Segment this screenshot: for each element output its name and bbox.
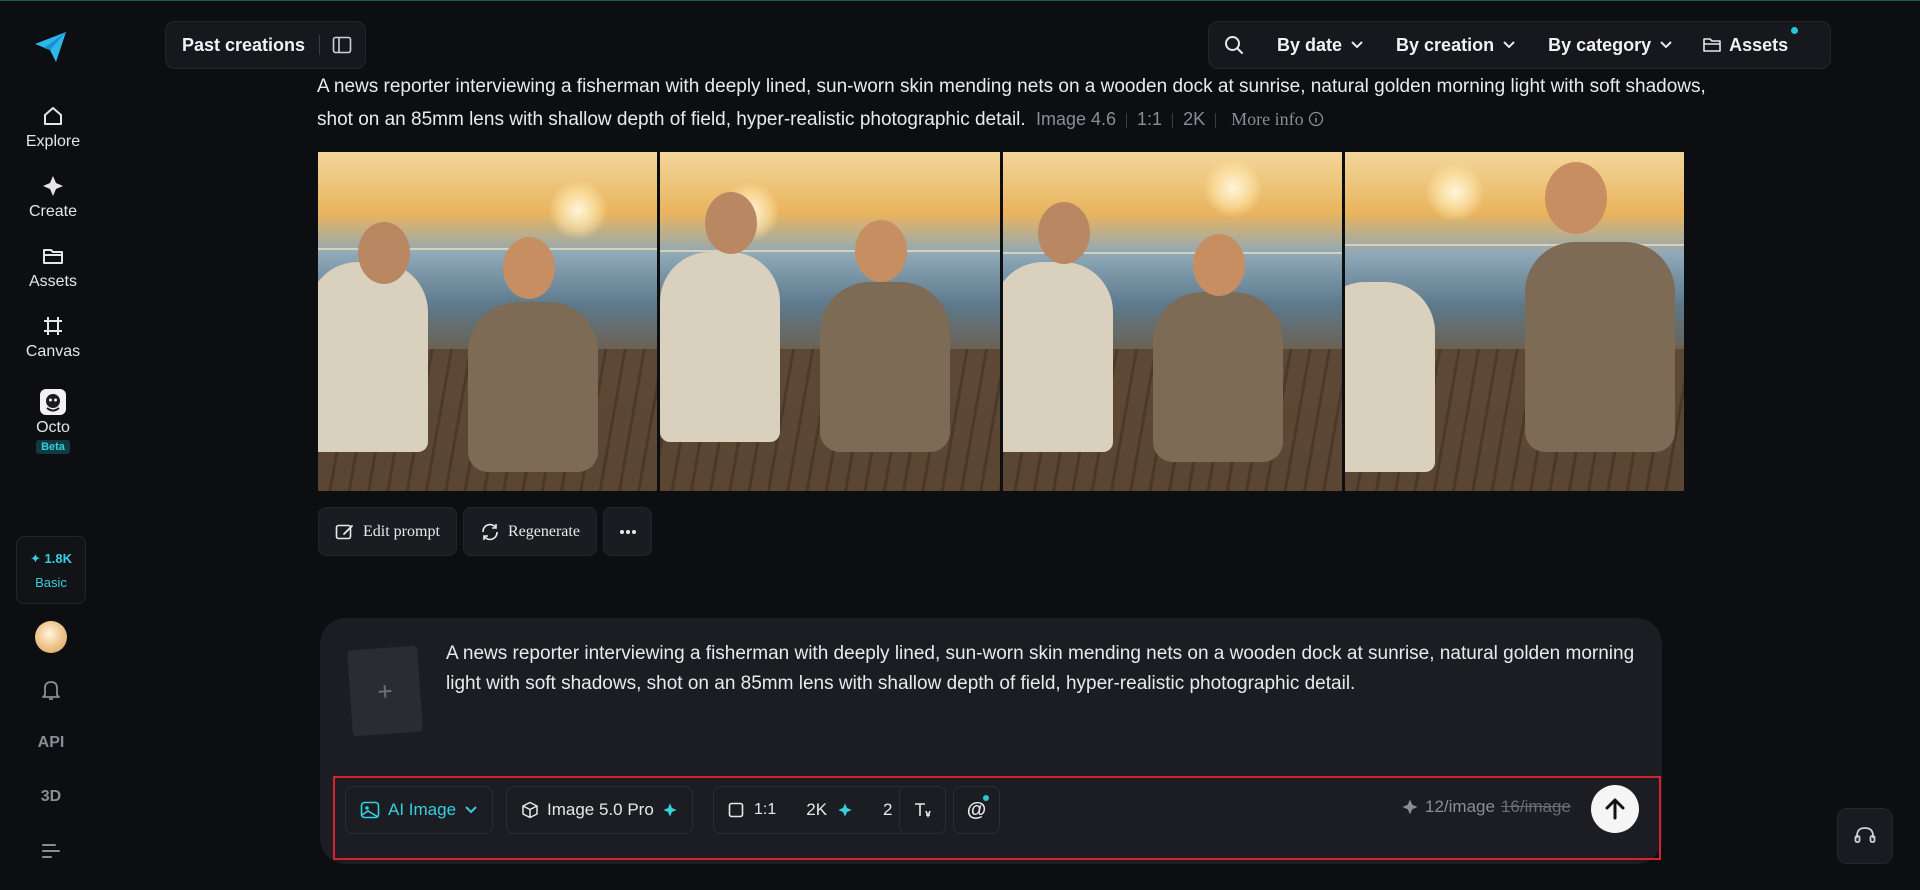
past-creations-button[interactable]: Past creations: [165, 21, 366, 69]
creation-prompt: A news reporter interviewing a fisherman…: [317, 71, 1717, 136]
filter-by-category[interactable]: By category: [1548, 35, 1673, 56]
sparkle-icon: [838, 803, 852, 817]
folder-icon: [39, 242, 67, 270]
image-icon: [360, 801, 380, 819]
image-count-label: 2: [883, 800, 893, 819]
text-format-icon: [914, 803, 931, 819]
menu-icon[interactable]: [0, 842, 102, 865]
prompt-text: A news reporter interviewing a fisherman…: [317, 76, 1706, 130]
sparkle-icon: [663, 803, 677, 817]
sidebar: Explore Create Assets Canvas Octo Beta ✦…: [0, 0, 106, 890]
credits-amount: ✦ 1.8K: [30, 550, 72, 566]
folder-icon: [1703, 38, 1721, 52]
headset-icon: [1854, 827, 1876, 843]
chevron-down-icon: [1351, 41, 1363, 49]
old-cost-label: 16/image: [1500, 797, 1571, 816]
divider: [319, 35, 321, 55]
assets-button[interactable]: Assets: [1703, 26, 1804, 56]
model-select[interactable]: Image 5.0 Pro: [506, 786, 693, 834]
cost-label: 12/image: [1425, 797, 1495, 816]
sidebar-item-label: Octo: [36, 419, 70, 436]
cube-icon: [522, 801, 538, 819]
sidebar-item-create[interactable]: Create: [0, 172, 106, 221]
generated-image-1[interactable]: [318, 152, 658, 491]
more-info-link[interactable]: More info: [1231, 109, 1324, 129]
mode-label: AI Image: [388, 800, 457, 819]
creation-meta: Image 4.6 1:1 2K: [1031, 109, 1231, 129]
generated-image-3[interactable]: [1002, 152, 1342, 491]
chevron-down-icon: [465, 806, 477, 814]
assets-label: Assets: [1729, 34, 1789, 55]
plan-label: Basic: [35, 574, 67, 590]
sparkle-icon: [39, 172, 67, 200]
mention-button[interactable]: @: [953, 786, 1000, 834]
filter-label: By creation: [1396, 34, 1495, 55]
sidebar-item-octo[interactable]: Octo Beta: [0, 388, 106, 454]
notification-dot: [1791, 26, 1799, 34]
beta-badge: Beta: [36, 440, 70, 454]
generation-settings[interactable]: 1:1 2K 2: [713, 786, 908, 834]
panel-toggle-icon[interactable]: [332, 36, 352, 54]
canvas-icon: [39, 312, 67, 340]
sparkle-icon: [1402, 799, 1418, 815]
sidebar-item-label: Canvas: [25, 343, 81, 360]
chevron-down-icon: [1660, 41, 1672, 49]
ratio-label: 1:1: [754, 801, 777, 818]
upload-reference-button[interactable]: +: [347, 645, 423, 737]
search-icon[interactable]: [1223, 34, 1245, 56]
send-button[interactable]: [1591, 785, 1639, 833]
generated-image-4[interactable]: [1344, 152, 1684, 491]
plus-icon: +: [376, 675, 394, 706]
sidebar-item-explore[interactable]: Explore: [0, 102, 106, 151]
model-label: Image 5.0 Pro: [547, 800, 654, 819]
mode-select[interactable]: AI Image: [345, 786, 494, 834]
image-gallery: [318, 152, 1684, 491]
generated-image-2[interactable]: [660, 152, 1000, 491]
arrow-up-icon: [1605, 798, 1625, 820]
past-creations-label: Past creations: [182, 34, 306, 55]
edit-icon: [335, 524, 353, 539]
bell-icon[interactable]: [0, 678, 102, 707]
cost-indicator: 12/image 16/image: [1401, 797, 1571, 817]
paper-plane-logo[interactable]: [32, 28, 70, 66]
more-options-button[interactable]: [603, 507, 652, 556]
avatar[interactable]: [35, 621, 67, 653]
model-tag: Image 4.6: [1035, 109, 1117, 129]
chevron-down-icon: [1503, 41, 1515, 49]
filter-label: By date: [1277, 34, 1343, 55]
sidebar-item-label: Explore: [25, 133, 81, 150]
resolution-label: 2K: [806, 800, 828, 819]
more-horizontal-icon: [619, 529, 636, 534]
filter-by-date[interactable]: By date: [1277, 35, 1364, 56]
3d-link[interactable]: 3D: [0, 788, 102, 806]
sidebar-item-label: Assets: [28, 273, 77, 290]
ratio-tag: 1:1: [1137, 109, 1163, 129]
octo-icon: [39, 388, 67, 416]
support-button[interactable]: [1837, 808, 1893, 864]
prompt-input[interactable]: A news reporter interviewing a fisherman…: [446, 639, 1636, 699]
home-icon: [39, 102, 67, 130]
edit-prompt-label: Edit prompt: [363, 522, 440, 540]
at-sign-icon: @: [966, 798, 987, 821]
text-style-button[interactable]: [899, 786, 946, 834]
regenerate-label: Regenerate: [508, 522, 580, 540]
regenerate-button[interactable]: Regenerate: [463, 507, 597, 556]
aspect-ratio-icon: [728, 802, 744, 818]
notification-dot: [983, 795, 989, 801]
info-icon: [1308, 111, 1324, 127]
filter-label: By category: [1548, 34, 1652, 55]
filter-bar: By date By creation By category Assets: [1208, 21, 1831, 69]
refresh-icon: [482, 523, 498, 540]
sidebar-item-assets[interactable]: Assets: [0, 242, 106, 291]
sidebar-item-label: Create: [28, 203, 78, 220]
credits-box[interactable]: ✦ 1.8K Basic: [16, 536, 86, 604]
edit-prompt-button[interactable]: Edit prompt: [318, 507, 457, 556]
resolution-tag: 2K: [1183, 109, 1206, 129]
sidebar-item-canvas[interactable]: Canvas: [0, 312, 106, 361]
api-link[interactable]: API: [0, 734, 102, 752]
filter-by-creation[interactable]: By creation: [1396, 35, 1516, 56]
